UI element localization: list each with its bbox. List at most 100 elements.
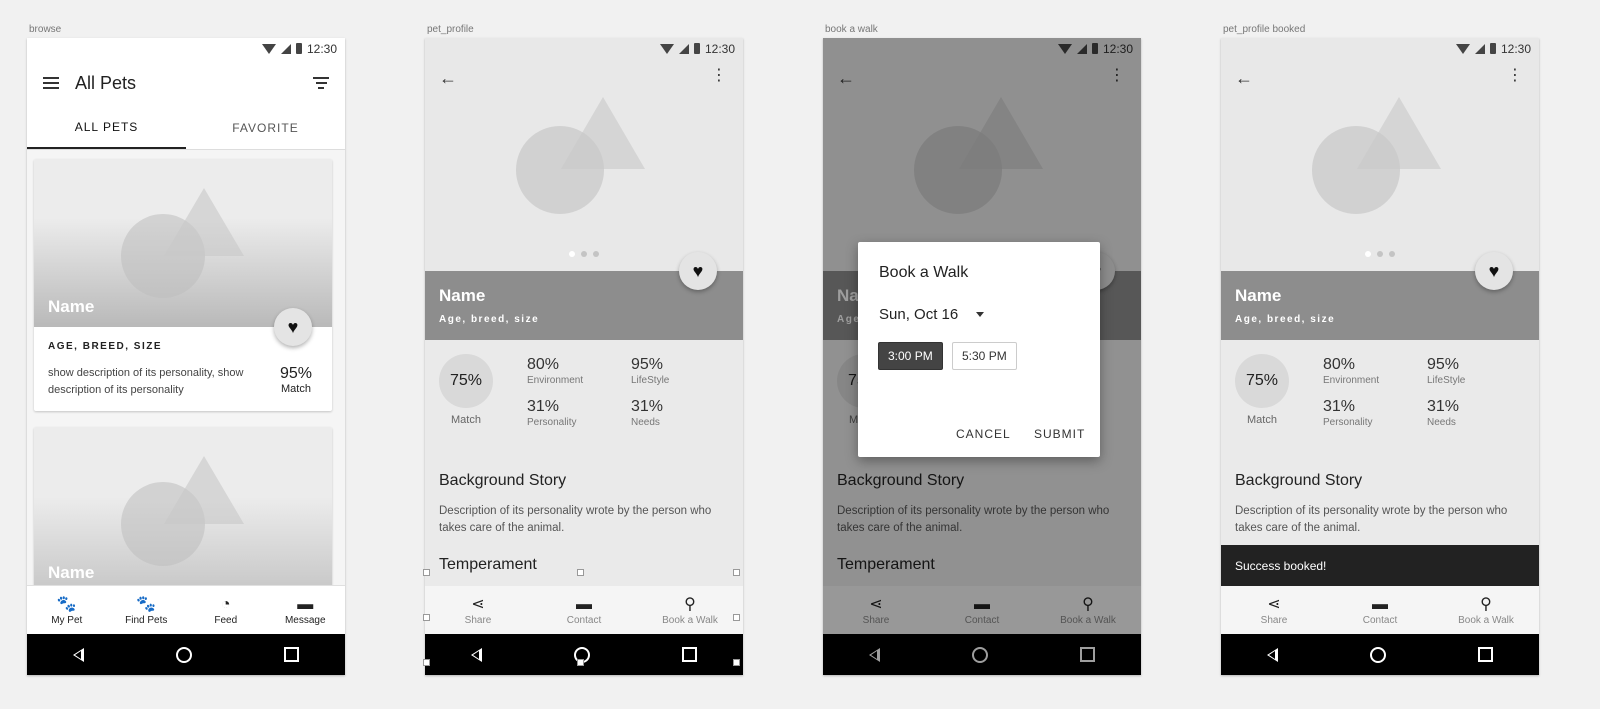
status-time: 12:30 [306,41,337,56]
nav-message[interactable]: ▬ Message [266,586,346,634]
wifi-icon [1455,43,1470,54]
favorite-button[interactable]: ♥ [679,252,717,290]
back-nav-icon[interactable] [471,647,482,662]
contact-button[interactable]: ▬ Contact [1327,586,1433,634]
browse-screen: 12:30 All Pets ALL PETS FAVORITE Name AG… [27,38,345,675]
selection-handle [423,569,430,576]
tab-bar: ALL PETS FAVORITE [27,107,345,150]
stat-needs: 31%Needs [631,398,664,428]
stat-lifestyle: 95%LifeStyle [631,356,670,386]
tab-favorite[interactable]: FAVORITE [186,107,345,149]
signal-icon [280,43,291,54]
favorite-button[interactable]: ♥ [274,308,312,346]
system-nav-bar [1221,634,1539,675]
action-label: Book a Walk [662,614,718,626]
pet-description: show description of its personality, sho… [48,367,244,396]
action-label: Book a Walk [1458,614,1514,626]
match-circle: 75% [1235,354,1289,408]
heart-icon: ♥ [287,316,299,337]
background-story-text: Description of its personality wrote by … [1235,505,1508,534]
match-label: Match [451,414,481,426]
share-button[interactable]: ⋖ Share [425,586,531,634]
home-nav-icon[interactable] [176,646,192,663]
system-nav-bar [425,634,743,675]
action-bar: ⋖ Share ▬ Contact ⚲ Book a Walk [1221,586,1539,634]
signal-icon [1474,43,1485,54]
stat-environment: 80%Environment [527,356,584,386]
menu-icon[interactable] [43,77,59,89]
book-walk-button[interactable]: ⚲ Book a Walk [637,586,743,634]
temperament-heading: Temperament [439,556,537,573]
nav-my-pet[interactable]: 🐾 My Pet [27,586,107,634]
recents-nav-icon[interactable] [1478,647,1493,662]
tab-all-pets[interactable]: ALL PETS [27,107,186,149]
pet-subtitle: Age, breed, size [1235,314,1336,325]
pet-name: Name [1235,286,1282,305]
more-options-icon[interactable]: ⋮ [711,68,727,84]
match-label: Match [281,383,311,395]
selection-handle [577,659,584,666]
stat-needs: 31%Needs [1427,398,1460,428]
frame-label-pet-profile: pet_profile [427,24,474,35]
home-nav-icon[interactable] [1370,646,1386,663]
cancel-button[interactable]: CANCEL [956,427,1011,441]
frame-label-browse: browse [29,24,62,35]
nav-feed[interactable]: ◔ Feed [186,586,266,634]
selection-handle [733,614,740,621]
selection-handle [577,569,584,576]
stat-personality: 31%Personality [1323,398,1373,428]
back-nav-icon[interactable] [1267,647,1278,662]
rss-icon: ◔ [220,595,231,613]
back-arrow-icon[interactable]: ← [439,68,457,89]
nav-label: Feed [214,614,238,626]
date-select[interactable]: Sun, Oct 16 [879,306,958,323]
recents-nav-icon[interactable] [284,647,299,662]
bottom-navigation: 🐾 My Pet 🐾 Find Pets ◔ Feed ▬ Message [27,585,345,634]
status-bar: 12:30 [1221,38,1539,59]
placeholder-triangle [164,188,244,256]
nav-label: Message [284,614,326,626]
pet-name: Name [48,563,95,582]
pet-photo-carousel[interactable] [1221,38,1539,271]
nav-label: My Pet [51,614,83,626]
pet-subtitle: Age, breed, size [439,314,540,325]
nav-find-pets[interactable]: 🐾 Find Pets [107,586,187,634]
chat-icon: ▬ [576,595,592,613]
pet-name: Name [439,286,486,305]
pet-image: Name [34,159,332,327]
filter-icon[interactable] [313,77,329,89]
chevron-down-icon[interactable] [976,312,984,317]
status-bar: 12:30 [425,38,743,59]
more-options-icon[interactable]: ⋮ [1507,68,1523,84]
status-bar: 12:30 [27,38,345,59]
pet-stats: 75% Match 80%Environment 95%LifeStyle 31… [1221,340,1539,470]
recents-nav-icon[interactable] [682,647,697,662]
back-arrow-icon[interactable]: ← [1235,68,1253,89]
share-button[interactable]: ⋖ Share [1221,586,1327,634]
share-icon: ⋖ [471,595,485,613]
app-bar: All Pets [27,59,345,107]
favorite-button[interactable]: ♥ [1475,252,1513,290]
wifi-icon [659,43,674,54]
time-chip-selected[interactable]: 3:00 PM [878,342,943,370]
placeholder-triangle [164,456,244,524]
pet-card[interactable]: Name AGE, BREED, SIZE show description o… [34,159,332,411]
submit-button[interactable]: SUBMIT [1034,427,1085,441]
chat-icon: ▬ [1372,595,1388,613]
pet-photo-carousel[interactable] [425,38,743,271]
back-nav-icon[interactable] [73,647,84,662]
status-time: 12:30 [704,41,735,56]
battery-icon [1489,43,1496,54]
time-chip[interactable]: 5:30 PM [952,342,1017,370]
frame-label-profile-booked: pet_profile booked [1223,24,1306,35]
message-icon: ▬ [297,595,314,613]
book-walk-button[interactable]: ⚲ Book a Walk [1433,586,1539,634]
pet-name: Name [48,297,95,316]
contact-button[interactable]: ▬ Contact [531,586,637,634]
heart-icon: ♥ [1488,260,1500,281]
selection-handle [733,569,740,576]
background-story-heading: Background Story [439,472,567,489]
stat-environment: 80%Environment [1323,356,1380,386]
pet-profile-screen: 12:30 ← ⋮ Name Age, breed, size ♥ 75% Ma… [425,38,743,675]
battery-icon [693,43,700,54]
